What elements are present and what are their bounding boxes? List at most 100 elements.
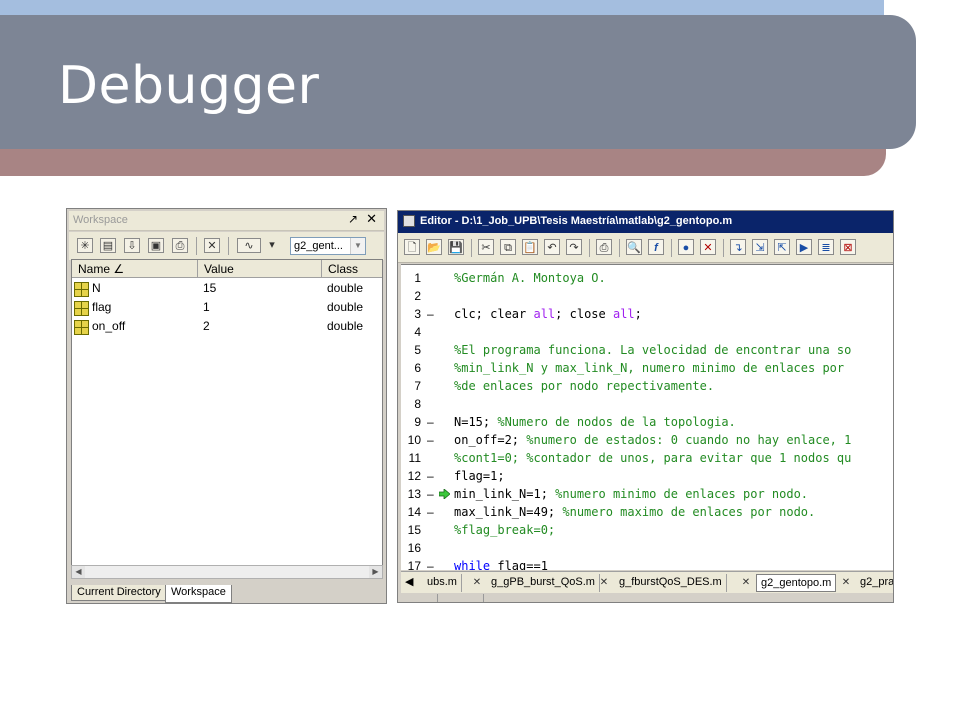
- continue-icon[interactable]: ▶: [796, 239, 812, 255]
- workspace-window: Workspace ↗ ✕ ✳ ▤ ⇩ ▣ ⎙ ✕ ∿ ▾ g2_gent...…: [66, 208, 387, 604]
- column-header-class[interactable]: Class: [322, 260, 382, 278]
- close-icon[interactable]: ✕: [470, 574, 484, 592]
- code-line[interactable]: 7 %de enlaces por nodo repectivamente.: [401, 377, 893, 395]
- line-number: 10: [407, 433, 421, 447]
- code-line[interactable]: 17– while flag==1: [401, 557, 893, 570]
- import-data-icon[interactable]: ⇩: [124, 238, 140, 253]
- step-icon[interactable]: ↴: [730, 239, 746, 255]
- line-number: 3: [414, 307, 421, 321]
- plot-icon[interactable]: ∿: [237, 238, 261, 253]
- column-header-value[interactable]: Value: [198, 260, 322, 278]
- clear-breakpoint-icon[interactable]: ✕: [700, 239, 716, 255]
- code-line[interactable]: 1 %Germán A. Montoya O.: [401, 269, 893, 287]
- scroll-left-icon[interactable]: ◀: [72, 566, 85, 578]
- delete-variable-icon[interactable]: ✕: [204, 238, 220, 253]
- breakpoint-marker[interactable]: –: [427, 431, 434, 449]
- code-line[interactable]: 14– max_link_N=49; %numero maximo de enla…: [401, 503, 893, 521]
- code-token: on_off=2;: [454, 433, 527, 447]
- chevron-down-icon[interactable]: ▼: [350, 238, 365, 254]
- code-line[interactable]: 4: [401, 323, 893, 341]
- close-icon[interactable]: ✕: [839, 574, 853, 592]
- workspace-titlebar: Workspace ↗ ✕: [69, 211, 384, 231]
- column-header-name[interactable]: Name ∠: [72, 260, 198, 278]
- breakpoint-marker[interactable]: –: [427, 503, 434, 521]
- breakpoint-marker[interactable]: –: [427, 557, 434, 570]
- code-text: %Germán A. Montoya O.: [454, 269, 606, 287]
- undock-icon[interactable]: ↗: [348, 212, 358, 226]
- save-icon[interactable]: 💾: [448, 239, 464, 255]
- code-line[interactable]: 8: [401, 395, 893, 413]
- close-icon[interactable]: ✕: [366, 211, 377, 227]
- breakpoint-marker[interactable]: –: [427, 413, 434, 431]
- stack-icon[interactable]: ≣: [818, 239, 834, 255]
- function-icon[interactable]: f: [648, 239, 664, 255]
- code-line[interactable]: 10– on_off=2; %numero de estados: 0 cuand…: [401, 431, 893, 449]
- tab-scroll-left-icon[interactable]: ◀: [405, 575, 413, 588]
- print-icon[interactable]: ⎙: [172, 238, 188, 253]
- code-line[interactable]: 13– min_link_N=1; %numero minimo de enlac…: [401, 485, 893, 503]
- breakpoint-marker[interactable]: –: [427, 467, 434, 485]
- code-token: ; close: [555, 307, 613, 321]
- toolbar-separator: [723, 239, 724, 257]
- table-row[interactable]: flag 1 double: [72, 299, 382, 318]
- code-line[interactable]: 3– clc; clear all; close all;: [401, 305, 893, 323]
- tab-file[interactable]: g2_pra: [856, 574, 893, 592]
- code-line[interactable]: 12– flag=1;: [401, 467, 893, 485]
- line-number: 16: [407, 541, 421, 555]
- undo-icon[interactable]: ↶: [544, 239, 560, 255]
- code-area[interactable]: 1 %Germán A. Montoya O. 2 3– clc; clear all;…: [401, 264, 893, 570]
- tab-current-directory[interactable]: Current Directory: [71, 585, 167, 601]
- close-icon[interactable]: ✕: [739, 574, 753, 592]
- variable-class: double: [327, 281, 364, 295]
- breakpoint-marker[interactable]: –: [427, 485, 434, 503]
- close-icon[interactable]: ✕: [597, 574, 611, 592]
- scroll-right-icon[interactable]: ▶: [369, 566, 382, 578]
- step-out-icon[interactable]: ⇱: [774, 239, 790, 255]
- code-text: on_off=2; %numero de estados: 0 cuando n…: [454, 431, 851, 449]
- tab-file-active[interactable]: g2_gentopo.m: [756, 574, 837, 592]
- slide-title: Debugger: [58, 56, 320, 116]
- plot-dropdown-icon[interactable]: ▾: [266, 238, 278, 253]
- code-line[interactable]: 16: [401, 539, 893, 557]
- code-line[interactable]: 9– N=15; %Numero de nodos de la topologia…: [401, 413, 893, 431]
- save-workspace-icon[interactable]: ▣: [148, 238, 164, 253]
- redo-icon[interactable]: ↷: [566, 239, 582, 255]
- new-variable-icon[interactable]: ✳: [77, 238, 93, 253]
- breakpoint-marker[interactable]: –: [427, 305, 434, 323]
- code-line[interactable]: 2: [401, 287, 893, 305]
- exit-debug-icon[interactable]: ⊠: [840, 239, 856, 255]
- tab-file[interactable]: ubs.m: [423, 574, 462, 592]
- editor-title: Editor - D:\1_Job_UPB\Tesis Maestría\mat…: [420, 215, 733, 227]
- horizontal-scrollbar[interactable]: ◀ ▶: [71, 565, 383, 579]
- step-in-icon[interactable]: ⇲: [752, 239, 768, 255]
- cut-icon[interactable]: ✂: [478, 239, 494, 255]
- stack-selector[interactable]: g2_gent... ▼: [290, 237, 366, 255]
- find-icon[interactable]: 🔍: [626, 239, 642, 255]
- matrix-icon: [74, 282, 89, 297]
- tab-file[interactable]: g_fburstQoS_DES.m: [615, 574, 727, 592]
- editor-status-bar: [401, 594, 893, 602]
- code-comment: %Germán A. Montoya O.: [454, 271, 606, 285]
- set-breakpoint-icon[interactable]: ●: [678, 239, 694, 255]
- copy-icon[interactable]: ⧉: [500, 239, 516, 255]
- tab-workspace[interactable]: Workspace: [165, 585, 232, 603]
- code-line[interactable]: 5 %El programa funciona. La velocidad de …: [401, 341, 893, 359]
- paste-icon[interactable]: 📋: [522, 239, 538, 255]
- code-comment: %cont1=0; %contador de unos, para evitar…: [454, 451, 852, 465]
- open-folder-icon[interactable]: 📂: [426, 239, 442, 255]
- code-line[interactable]: 6 %min_link_N y max_link_N, numero minimo…: [401, 359, 893, 377]
- variable-name: N: [92, 281, 101, 295]
- open-variable-icon[interactable]: ▤: [100, 238, 116, 253]
- tab-file[interactable]: g_gPB_burst_QoS.m: [487, 574, 600, 592]
- table-row[interactable]: N 15 double: [72, 280, 382, 299]
- code-line[interactable]: 11 %cont1=0; %contador de unos, para evit…: [401, 449, 893, 467]
- variable-table: Name ∠ Value Class N 15 double flag 1 do…: [71, 259, 383, 579]
- code-line[interactable]: 15 %flag_break=0;: [401, 521, 893, 539]
- table-row[interactable]: on_off 2 double: [72, 318, 382, 337]
- print-icon[interactable]: ⎙: [596, 239, 612, 255]
- code-text: %cont1=0; %contador de unos, para evitar…: [454, 449, 851, 467]
- code-comment: %El programa funciona. La velocidad de e…: [454, 343, 852, 357]
- code-text: min_link_N=1; %numero minimo de enlaces …: [454, 485, 808, 503]
- code-text: %El programa funciona. La velocidad de e…: [454, 341, 851, 359]
- new-file-icon[interactable]: 🗋: [404, 239, 420, 255]
